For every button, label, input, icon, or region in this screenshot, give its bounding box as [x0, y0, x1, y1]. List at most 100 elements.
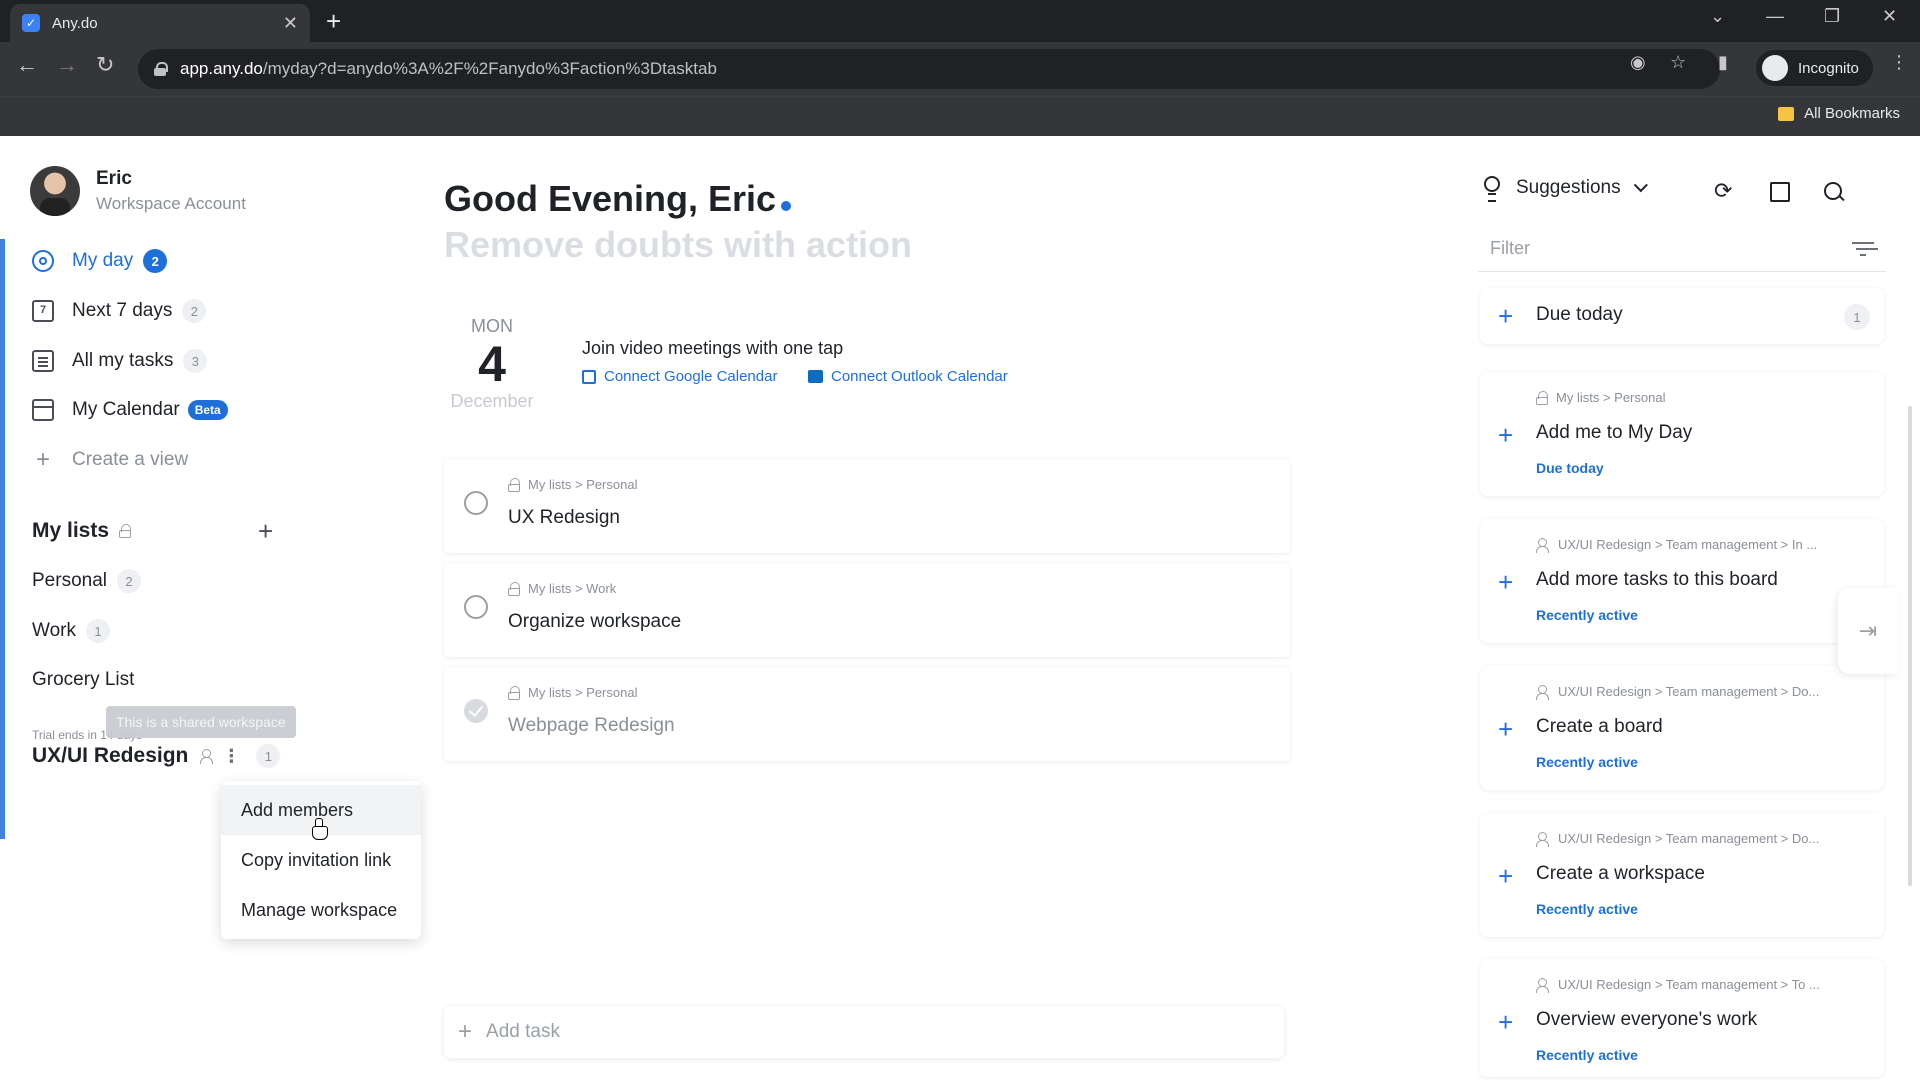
- task-name: UX Redesign: [508, 507, 620, 528]
- collapse-panel-button[interactable]: ⇥: [1838, 588, 1898, 674]
- suggestions-label: Suggestions: [1516, 177, 1621, 198]
- filter-lines-icon[interactable]: [1852, 242, 1874, 258]
- suggestion-subtitle: Recently active: [1536, 754, 1638, 770]
- menu-item-copy-invitation-link[interactable]: Copy invitation link: [221, 835, 421, 885]
- sidebar-accent-bar: [0, 239, 5, 839]
- bookmarks-bar: All Bookmarks: [0, 96, 1920, 136]
- video-meetings-title: Join video meetings with one tap: [582, 338, 844, 358]
- add-plus-icon[interactable]: +: [1498, 716, 1513, 742]
- add-task-input[interactable]: + Add task: [444, 1006, 1284, 1058]
- connect-google-label: Connect Google Calendar: [604, 368, 778, 385]
- sidebar-item-create-view[interactable]: + Create a view: [32, 448, 188, 472]
- sidebar-item-next-7-days[interactable]: Next 7 days 2: [32, 299, 207, 323]
- suggestion-subtitle: Due today: [1536, 460, 1604, 476]
- add-list-plus-icon[interactable]: +: [258, 516, 273, 547]
- browser-tab[interactable]: ✓ Any.do ✕: [10, 4, 310, 42]
- url-path: /myday?d=anydo%3A%2F%2Fanydo%3Faction%3D…: [262, 59, 717, 78]
- suggestion-card[interactable]: My lists > Personal + Add me to My Day D…: [1480, 372, 1884, 496]
- task-card[interactable]: My lists > Work Organize workspace: [444, 563, 1290, 657]
- google-calendar-icon: [582, 369, 596, 384]
- suggestion-crumb-text: UX/UI Redesign > Team management > To ..…: [1558, 977, 1820, 992]
- my-day-count: 2: [143, 249, 168, 273]
- list-count: 2: [117, 569, 141, 593]
- list-icon: [32, 350, 54, 372]
- task-card[interactable]: My lists > Personal Webpage Redesign: [444, 667, 1290, 761]
- reload-icon[interactable]: ↻: [96, 52, 114, 78]
- workspace-context-menu: Add members Copy invitation link Manage …: [221, 781, 421, 939]
- add-plus-icon[interactable]: +: [1498, 1009, 1513, 1035]
- task-crumb-text: My lists > Work: [528, 581, 617, 596]
- all-bookmarks[interactable]: All Bookmarks: [1778, 105, 1900, 122]
- suggestion-card[interactable]: UX/UI Redesign > Team management > Do...…: [1480, 813, 1884, 937]
- list-item-personal[interactable]: Personal 2: [32, 569, 141, 593]
- sidebar-item-my-calendar[interactable]: My Calendar Beta: [32, 399, 228, 421]
- suggestion-breadcrumb: UX/UI Redesign > Team management > Do...: [1536, 831, 1819, 847]
- side-panel-icon[interactable]: ▮: [1718, 52, 1728, 73]
- app: Eric Workspace Account My day 2 Next 7 d…: [0, 136, 1920, 1080]
- filter-input[interactable]: [1478, 228, 1818, 268]
- address-bar[interactable]: app.any.do /myday?d=anydo%3A%2F%2Fanydo%…: [138, 49, 1720, 89]
- due-today-card[interactable]: + Due today 1: [1480, 288, 1884, 344]
- close-window-icon[interactable]: ✕: [1882, 6, 1897, 27]
- more-options-icon[interactable]: ⋮: [222, 746, 240, 767]
- profile[interactable]: Eric Workspace Account: [30, 166, 246, 216]
- list-item-work[interactable]: Work 1: [32, 619, 110, 643]
- suggestion-title: Create a board: [1536, 716, 1663, 737]
- suggestion-crumb-text: UX/UI Redesign > Team management > Do...: [1558, 684, 1820, 699]
- task-checkbox[interactable]: [464, 491, 488, 515]
- refresh-icon[interactable]: ⟳: [1714, 178, 1732, 204]
- restore-icon[interactable]: ❐: [1824, 6, 1840, 27]
- add-plus-icon[interactable]: +: [1498, 863, 1513, 889]
- eye-off-icon[interactable]: ◉: [1630, 52, 1646, 73]
- suggestion-card[interactable]: UX/UI Redesign > Team management > To ..…: [1480, 959, 1884, 1077]
- menu-item-manage-workspace[interactable]: Manage workspace: [221, 885, 421, 935]
- connect-google-calendar-link[interactable]: Connect Google Calendar: [582, 368, 777, 385]
- add-plus-icon[interactable]: +: [1498, 569, 1513, 595]
- beta-badge: Beta: [187, 400, 228, 420]
- add-plus-icon[interactable]: +: [1498, 422, 1513, 448]
- workspace-item[interactable]: UX/UI Redesign ⋮ 1: [32, 744, 281, 768]
- task-card[interactable]: My lists > Personal UX Redesign: [444, 459, 1290, 553]
- suggestion-card[interactable]: UX/UI Redesign > Team management > In ..…: [1480, 519, 1884, 643]
- bookmark-star-icon[interactable]: ☆: [1670, 52, 1686, 73]
- calendar-7-icon: [32, 300, 54, 322]
- task-crumb-text: My lists > Personal: [528, 477, 638, 492]
- sidebar-item-all-tasks[interactable]: All my tasks 3: [32, 349, 208, 373]
- tab-search-chevron-icon[interactable]: ⌄: [1710, 6, 1725, 27]
- panel-scrollbar[interactable]: [1908, 406, 1912, 886]
- forward-icon[interactable]: →: [56, 52, 78, 78]
- suggestions-dropdown[interactable]: Suggestions: [1482, 176, 1648, 202]
- task-checkbox-checked[interactable]: [464, 699, 488, 723]
- suggestion-crumb-text: My lists > Personal: [1556, 390, 1666, 405]
- incognito-indicator[interactable]: Incognito: [1756, 50, 1873, 86]
- close-tab-icon[interactable]: ✕: [283, 13, 298, 34]
- tab-title: Any.do: [52, 14, 98, 32]
- due-today-label: Due today: [1536, 304, 1623, 325]
- main-content: Good Evening, Eric Remove doubts with ac…: [444, 136, 1294, 1080]
- filter-field: [1478, 228, 1886, 272]
- connect-outlook-calendar-link[interactable]: Connect Outlook Calendar: [808, 368, 1008, 385]
- browser-menu-icon[interactable]: ⋮: [1890, 52, 1908, 73]
- list-count: 1: [85, 619, 110, 643]
- greeting-text: Good Evening, Eric: [444, 178, 777, 219]
- focus-mode-icon[interactable]: [1770, 182, 1790, 202]
- my-lists-title: My lists: [32, 519, 110, 542]
- minimize-icon[interactable]: —: [1766, 6, 1784, 27]
- task-checkbox[interactable]: [464, 595, 488, 619]
- suggestion-breadcrumb: UX/UI Redesign > Team management > To ..…: [1536, 977, 1820, 993]
- new-tab-icon[interactable]: +: [326, 6, 341, 37]
- avatar: [30, 166, 80, 216]
- task-breadcrumb: My lists > Work: [508, 581, 616, 596]
- suggestion-card[interactable]: UX/UI Redesign > Team management > Do...…: [1480, 666, 1884, 790]
- back-icon[interactable]: ←: [16, 52, 38, 78]
- hand-cursor-icon: [312, 818, 328, 840]
- suggestion-subtitle: Recently active: [1536, 1047, 1638, 1063]
- plus-icon: +: [458, 1018, 473, 1045]
- outlook-icon: [808, 370, 823, 383]
- list-item-grocery[interactable]: Grocery List: [32, 669, 134, 691]
- incognito-icon: [1762, 55, 1788, 81]
- list-label: Grocery List: [32, 669, 135, 690]
- all-tasks-count: 3: [183, 349, 208, 373]
- sidebar-item-my-day[interactable]: My day 2: [32, 249, 168, 273]
- workspace-count: 1: [256, 744, 281, 768]
